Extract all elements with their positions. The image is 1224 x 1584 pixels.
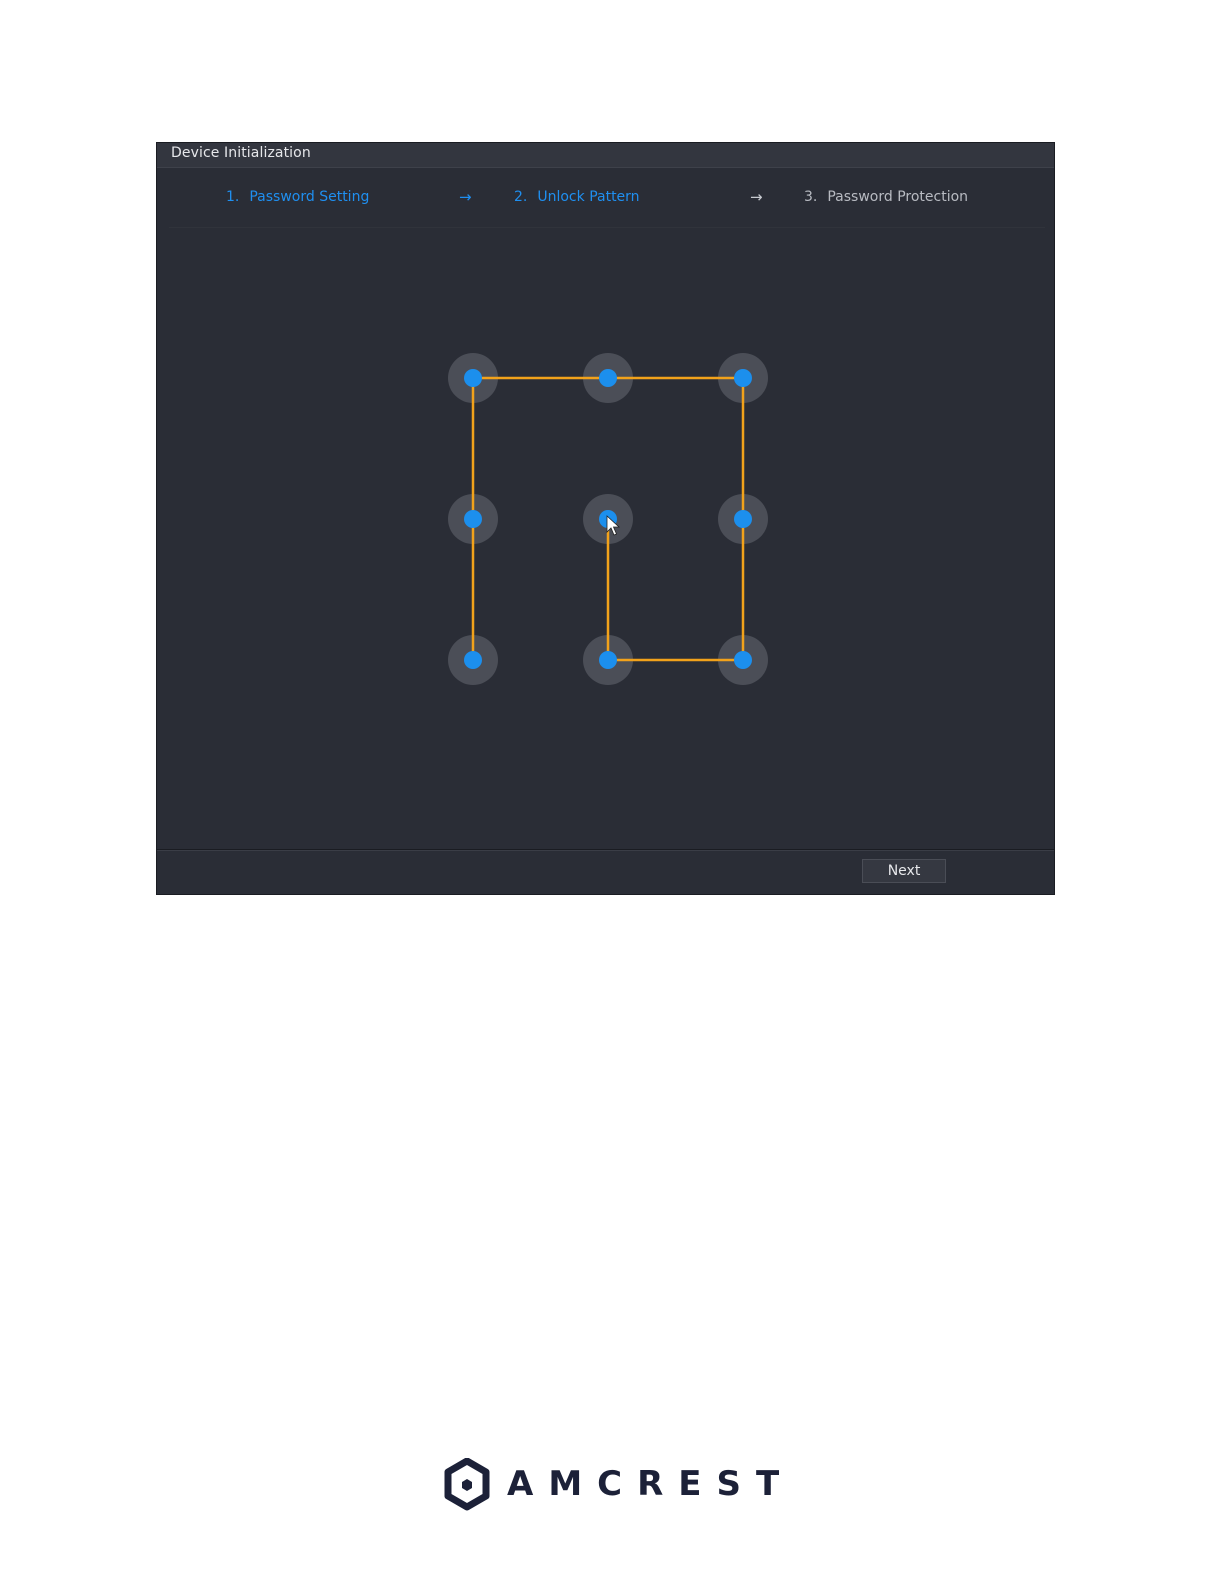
brand-wordmark: AMCREST [507, 1464, 795, 1504]
unlock-pattern-grid[interactable] [157, 143, 1054, 843]
dialog-footer: Next [157, 849, 1054, 894]
pattern-node-1-dot [464, 369, 482, 387]
pattern-node-2-dot [599, 369, 617, 387]
pattern-node-3-dot [734, 369, 752, 387]
pattern-node-7-dot [464, 651, 482, 669]
pattern-node-6-dot [734, 510, 752, 528]
pattern-node-8-dot [599, 651, 617, 669]
next-button[interactable]: Next [862, 859, 946, 883]
device-initialization-dialog: Device Initialization 1. Password Setting… [156, 142, 1055, 895]
pattern-node-9-dot [734, 651, 752, 669]
amcrest-logo-icon [444, 1458, 490, 1511]
amcrest-brand: AMCREST [443, 1458, 783, 1514]
pattern-node-4-dot [464, 510, 482, 528]
